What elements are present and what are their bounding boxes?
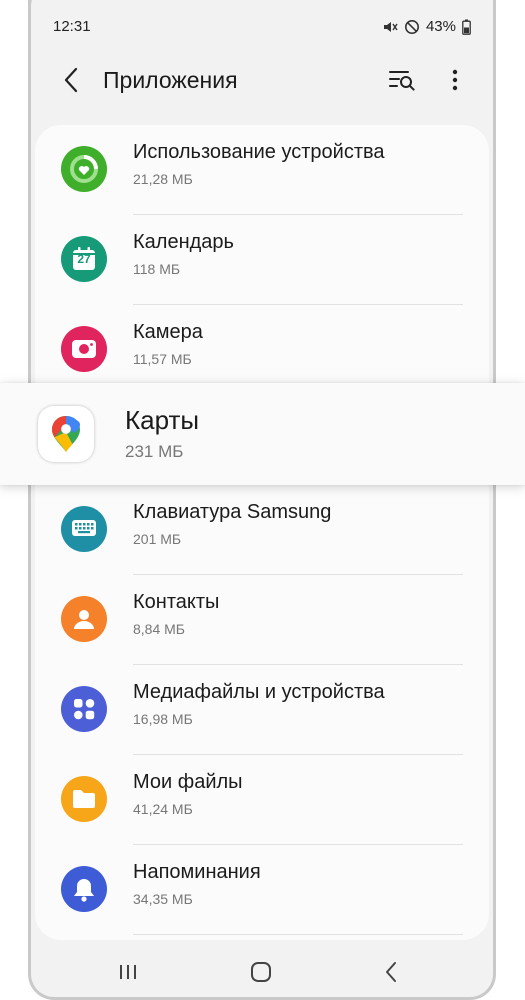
- filter-search-icon: [389, 71, 415, 91]
- back-nav-button[interactable]: [376, 957, 406, 987]
- divider: [133, 934, 463, 935]
- list-item[interactable]: Использование устройства 21,28 МБ: [35, 125, 489, 215]
- home-icon: [251, 962, 271, 982]
- my-files-icon: [61, 776, 107, 822]
- keyboard-icon: [61, 506, 107, 552]
- recent-apps-icon: [120, 965, 136, 979]
- app-size: 41,24 МБ: [133, 801, 193, 817]
- app-size: 201 МБ: [133, 531, 182, 547]
- app-name: Напоминания: [133, 861, 261, 883]
- app-name: Карты: [125, 405, 200, 435]
- navigation-bar: [31, 945, 493, 997]
- calendar-day: 27: [77, 252, 91, 266]
- list-item[interactable]: Мои файлы 41,24 МБ: [35, 755, 489, 845]
- battery-icon: [462, 19, 471, 35]
- more-vertical-icon: [452, 69, 458, 91]
- status-bar: 12:31 43%: [31, 12, 493, 42]
- phone-frame: 12:31 43% Приложения Использование устро…: [28, 0, 496, 1000]
- app-size: 34,35 МБ: [133, 891, 193, 907]
- status-time: 12:31: [53, 18, 91, 35]
- app-name: Календарь: [133, 231, 234, 253]
- app-size: 8,84 МБ: [133, 621, 185, 637]
- camera-icon: [61, 326, 107, 372]
- back-arrow-icon: [64, 67, 78, 93]
- app-name: Контакты: [133, 591, 220, 613]
- recent-apps-button[interactable]: [113, 957, 143, 987]
- home-button[interactable]: [246, 957, 276, 987]
- battery-percent: 43%: [425, 18, 456, 35]
- maps-icon: [38, 406, 94, 462]
- app-name: Клавиатура Samsung: [133, 501, 332, 523]
- back-nav-icon: [386, 962, 396, 982]
- app-name: Камера: [133, 321, 203, 343]
- app-bar: Приложения: [31, 55, 493, 105]
- app-size: 11,57 МБ: [133, 351, 192, 367]
- device-usage-icon: [61, 146, 107, 192]
- do-not-disturb-icon: [404, 19, 420, 35]
- app-name: Использование устройства: [133, 141, 385, 163]
- app-name: Мои файлы: [133, 771, 243, 793]
- page-title: Приложения: [103, 67, 238, 93]
- app-size: 231 МБ: [125, 442, 184, 461]
- highlighted-app-row[interactable]: Карты 231 МБ: [0, 383, 525, 485]
- list-item[interactable]: Клавиатура Samsung 201 МБ: [35, 485, 489, 575]
- list-item[interactable]: Напоминания 34,35 МБ: [35, 845, 489, 935]
- app-name: Медиафайлы и устройства: [133, 681, 385, 703]
- apps-list: Использование устройства 21,28 МБ 27 Кал…: [35, 125, 489, 940]
- status-icons: 43%: [382, 18, 471, 35]
- app-size: 118 МБ: [133, 261, 181, 277]
- app-size: 16,98 МБ: [133, 711, 193, 727]
- calendar-icon: 27: [61, 236, 107, 282]
- back-button[interactable]: [57, 65, 85, 95]
- list-item[interactable]: Камера 11,57 МБ: [35, 305, 489, 395]
- contacts-icon: [61, 596, 107, 642]
- mute-icon: [382, 19, 398, 35]
- app-size: 21,28 МБ: [133, 171, 193, 187]
- list-item[interactable]: Медиафайлы и устройства 16,98 МБ: [35, 665, 489, 755]
- list-item[interactable]: Контакты 8,84 МБ: [35, 575, 489, 665]
- media-devices-icon: [61, 686, 107, 732]
- filter-search-button[interactable]: [387, 65, 417, 95]
- reminder-icon: [61, 866, 107, 912]
- more-options-button[interactable]: [443, 65, 467, 95]
- list-item[interactable]: 27 Календарь 118 МБ: [35, 215, 489, 305]
